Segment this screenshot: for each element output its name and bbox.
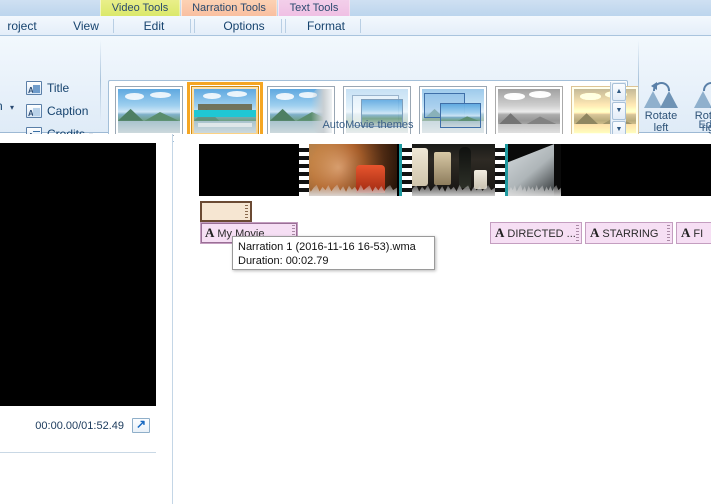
tab-separator — [194, 19, 195, 33]
contextual-tab-video-tools[interactable]: Video Tools — [100, 0, 180, 16]
tab-separator — [113, 19, 114, 33]
automovie-themes-group-label: AutoMovie themes — [322, 119, 414, 131]
tab-separator — [285, 19, 286, 33]
text-clip-label: STARRING — [602, 228, 659, 240]
caption-icon — [26, 104, 42, 124]
scroll-up-icon[interactable]: ▲ — [612, 83, 626, 101]
title-icon — [26, 81, 42, 101]
tab-format[interactable]: Format — [295, 16, 357, 36]
storyboard-panel[interactable]: A My Movie A DIRECTED ... A STARRING A FI — [174, 134, 711, 504]
narration-tooltip: Narration 1 (2016-11-16 16-53).wma Durat… — [232, 236, 435, 270]
title-label: Title — [47, 81, 70, 95]
tab-edit[interactable]: Edit — [123, 16, 185, 36]
partial-dropdown-button[interactable]: n ▾ — [0, 99, 14, 113]
ribbon-group-separator — [100, 40, 101, 122]
text-clip-icon: A — [205, 225, 215, 240]
tab-project[interactable]: roject — [0, 16, 58, 36]
ribbon-tab-row: roject View Edit Options Format — [0, 16, 711, 36]
gallery-scrollbar[interactable]: ▲ ▼ ▼ — [610, 82, 626, 140]
narration-clip[interactable] — [200, 201, 252, 222]
text-clip-label: FI — [693, 228, 704, 240]
tooltip-filename: Narration 1 (2016-11-16 16-53).wma — [238, 241, 416, 253]
text-clip-icon: A — [590, 225, 600, 240]
film-frame[interactable] — [399, 144, 495, 196]
automovie-themes-gallery[interactable]: ▲ ▼ ▼ — [108, 80, 639, 142]
video-preview-monitor[interactable] — [0, 143, 156, 406]
fullscreen-icon[interactable] — [132, 417, 150, 433]
film-frame[interactable] — [495, 144, 561, 196]
movie-maker-window: Video Tools Narration Tools Text Tools r… — [0, 0, 711, 504]
partial-dropdown-label: n — [0, 99, 3, 113]
rotate-right-icon — [694, 82, 711, 108]
tab-options[interactable]: Options — [207, 16, 281, 36]
edit-group-label: Ed — [698, 119, 711, 131]
text-clip-directed-by[interactable]: A DIRECTED ... — [490, 222, 582, 244]
text-clip-icon: A — [495, 225, 505, 240]
caption-label: Caption — [47, 104, 89, 118]
narration-clip-grip[interactable] — [245, 205, 248, 218]
contextual-tab-text-tools[interactable]: Text Tools — [278, 0, 350, 16]
chevron-down-icon: ▾ — [10, 103, 15, 112]
text-clip-filmed-at[interactable]: A FI — [676, 222, 711, 244]
tab-separator — [360, 19, 361, 33]
scroll-down-icon[interactable]: ▼ — [612, 102, 626, 120]
contextual-tab-strip: Video Tools Narration Tools Text Tools — [0, 0, 711, 16]
tooltip-duration: Duration: 00:02.79 — [238, 255, 329, 267]
video-track[interactable] — [199, 144, 711, 196]
tab-separator — [281, 19, 282, 33]
title-button[interactable]: Title — [26, 78, 70, 101]
rotate-left-icon — [644, 82, 678, 108]
preview-divider — [0, 452, 156, 453]
film-frame[interactable] — [299, 144, 397, 196]
tab-separator — [190, 19, 191, 33]
tab-view[interactable]: View — [58, 16, 114, 36]
contextual-tab-narration-tools[interactable]: Narration Tools — [181, 0, 277, 16]
text-clip-label: DIRECTED ... — [507, 228, 576, 240]
ribbon: n ▾ Title Caption Credits▾ — [0, 36, 711, 147]
text-clip-icon: A — [681, 225, 691, 240]
text-clip-grip[interactable] — [667, 225, 670, 241]
caption-button[interactable]: Caption — [26, 101, 89, 124]
text-clip-starring[interactable]: A STARRING — [585, 222, 673, 244]
text-clip-grip[interactable] — [576, 225, 579, 241]
